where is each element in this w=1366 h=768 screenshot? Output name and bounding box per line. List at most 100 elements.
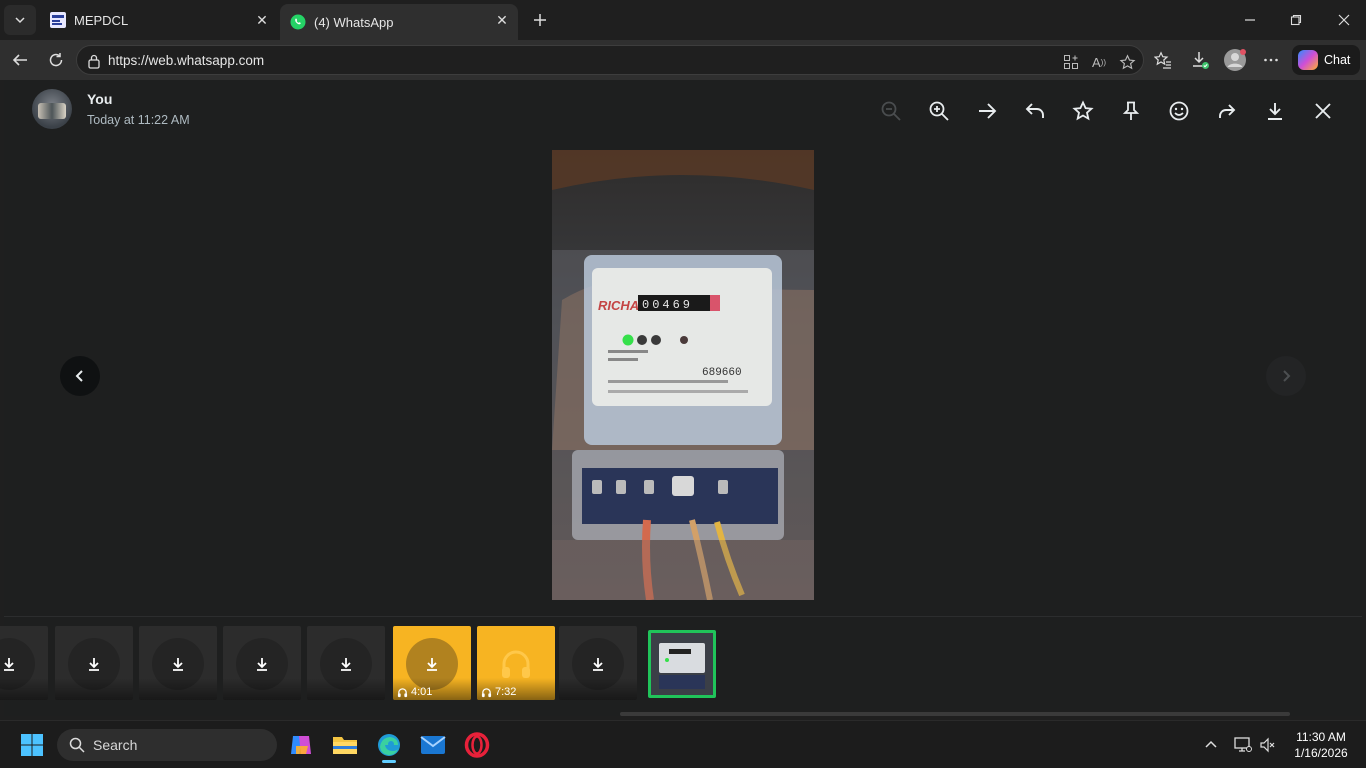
url-text[interactable]: https://web.whatsapp.com — [108, 53, 264, 68]
folder-icon — [333, 737, 357, 754]
thumbnail-scrollbar[interactable] — [620, 712, 1290, 716]
system-clock[interactable]: 11:30 AM 1/16/2026 — [1284, 729, 1358, 761]
restore-icon — [1290, 14, 1302, 26]
tab-label: (4) WhatsApp — [314, 14, 394, 30]
settings-more-button[interactable] — [1259, 48, 1283, 72]
close-tab-icon[interactable]: ✕ — [494, 12, 510, 28]
clock-date: 1/16/2026 — [1294, 746, 1348, 760]
close-viewer-button[interactable] — [1310, 98, 1336, 124]
minimize-button[interactable] — [1238, 8, 1262, 32]
headphones-icon — [481, 687, 492, 697]
go-to-message-button[interactable] — [974, 98, 1000, 124]
volume-button[interactable] — [1252, 729, 1284, 761]
sender-avatar[interactable] — [32, 89, 72, 129]
electric-meter-photo: RICHA 00469 689660 — [552, 150, 814, 600]
mepdcl-favicon-icon — [50, 12, 66, 28]
lock-icon[interactable] — [87, 53, 101, 74]
pin-button[interactable] — [1118, 98, 1144, 124]
restore-button[interactable] — [1284, 8, 1308, 32]
back-button[interactable] — [8, 48, 32, 72]
file-explorer-app[interactable] — [329, 729, 361, 761]
start-button[interactable] — [16, 729, 48, 761]
download-button[interactable] — [1262, 98, 1288, 124]
previous-media-button[interactable] — [60, 356, 100, 396]
more-horizontal-icon — [1264, 58, 1278, 62]
pin-icon — [1122, 101, 1140, 120]
close-tab-icon[interactable]: ✕ — [254, 12, 270, 28]
show-hidden-icons-button[interactable] — [1195, 729, 1227, 761]
forward-button[interactable] — [1214, 98, 1240, 124]
mail-app[interactable] — [417, 729, 449, 761]
read-aloud-icon[interactable]: A)) — [1090, 53, 1108, 71]
message-timestamp: Today at 11:22 AM — [87, 113, 190, 127]
browser-tab-bar: MEPDCL ✕ (4) WhatsApp ✕ — [0, 0, 1366, 40]
copilot-app[interactable] — [285, 729, 317, 761]
react-button[interactable] — [1166, 98, 1192, 124]
favorite-star-icon[interactable] — [1118, 53, 1136, 71]
clock-time: 11:30 AM — [1296, 730, 1346, 744]
mail-icon — [420, 736, 446, 754]
tab-whatsapp[interactable]: (4) WhatsApp ✕ — [280, 4, 518, 40]
zoom-out-button[interactable] — [878, 98, 904, 124]
headphones-icon — [397, 687, 408, 697]
next-media-button[interactable] — [1266, 356, 1306, 396]
refresh-icon — [49, 53, 63, 67]
app-available-icon[interactable] — [1062, 53, 1080, 71]
copilot-icon — [291, 736, 311, 754]
arrow-left-icon — [12, 54, 27, 66]
selected-image-thumbnail[interactable] — [648, 630, 716, 698]
network-icon — [1234, 737, 1252, 752]
sender-name: You — [87, 91, 113, 107]
media-thumbnail[interactable] — [559, 626, 637, 700]
forward-icon — [1219, 104, 1236, 118]
media-thumbnail[interactable] — [139, 626, 217, 700]
audio-duration: 7:32 — [495, 686, 517, 698]
media-viewer: You Today at 11:22 AM RICHA 00469 689660… — [0, 80, 1362, 716]
zoom-in-button[interactable] — [926, 98, 952, 124]
zoom-out-icon — [881, 101, 901, 121]
opera-icon — [464, 732, 490, 758]
close-window-button[interactable] — [1332, 8, 1356, 32]
refresh-button[interactable] — [44, 48, 68, 72]
chevron-right-icon — [1283, 370, 1291, 382]
meter-serial: 689660 — [702, 367, 742, 379]
taskbar-search[interactable]: Search — [57, 729, 277, 761]
media-thumbnail[interactable] — [307, 626, 385, 700]
downloads-button[interactable] — [1188, 48, 1212, 72]
edge-browser-app[interactable] — [373, 729, 405, 763]
tab-list-button[interactable] — [4, 5, 36, 35]
close-icon — [1338, 14, 1350, 26]
windows-logo-icon — [21, 734, 43, 756]
copilot-chat-button[interactable]: Chat — [1292, 45, 1360, 75]
search-placeholder: Search — [93, 737, 138, 753]
audio-thumbnail[interactable]: 7:32 — [477, 626, 555, 700]
tab-label: MEPDCL — [74, 12, 129, 28]
tab-mepdcl[interactable]: MEPDCL ✕ — [40, 4, 278, 36]
close-icon — [1315, 103, 1331, 119]
search-icon — [69, 737, 85, 753]
download-icon — [1268, 103, 1282, 120]
download-icon — [1193, 52, 1209, 69]
media-thumbnail[interactable] — [0, 626, 48, 700]
media-image[interactable]: RICHA 00469 689660 — [552, 150, 814, 600]
audio-thumbnail[interactable]: 4:01 — [393, 626, 471, 700]
new-tab-button[interactable] — [528, 8, 552, 32]
media-thumbnail[interactable] — [223, 626, 301, 700]
reply-button[interactable] — [1022, 98, 1048, 124]
address-toolbar: https://web.whatsapp.com A)) Chat — [0, 40, 1366, 80]
chevron-up-icon — [1205, 740, 1217, 748]
star-icon — [1072, 100, 1094, 121]
favorites-button[interactable] — [1151, 48, 1175, 72]
opera-app[interactable] — [461, 729, 493, 761]
profile-button[interactable] — [1223, 48, 1247, 72]
address-bar[interactable]: https://web.whatsapp.com A)) — [76, 45, 1144, 75]
windows-taskbar: Search 11:30 AM 1/16/2026 — [0, 720, 1366, 768]
star-button[interactable] — [1070, 98, 1096, 124]
volume-muted-icon — [1260, 737, 1275, 753]
emoji-icon — [1169, 101, 1189, 121]
arrow-right-icon — [979, 103, 997, 119]
reply-icon — [1025, 103, 1044, 118]
media-thumbnail[interactable] — [55, 626, 133, 700]
thumbnail-divider — [4, 616, 1362, 617]
meter-reading: 00469 — [642, 298, 693, 312]
